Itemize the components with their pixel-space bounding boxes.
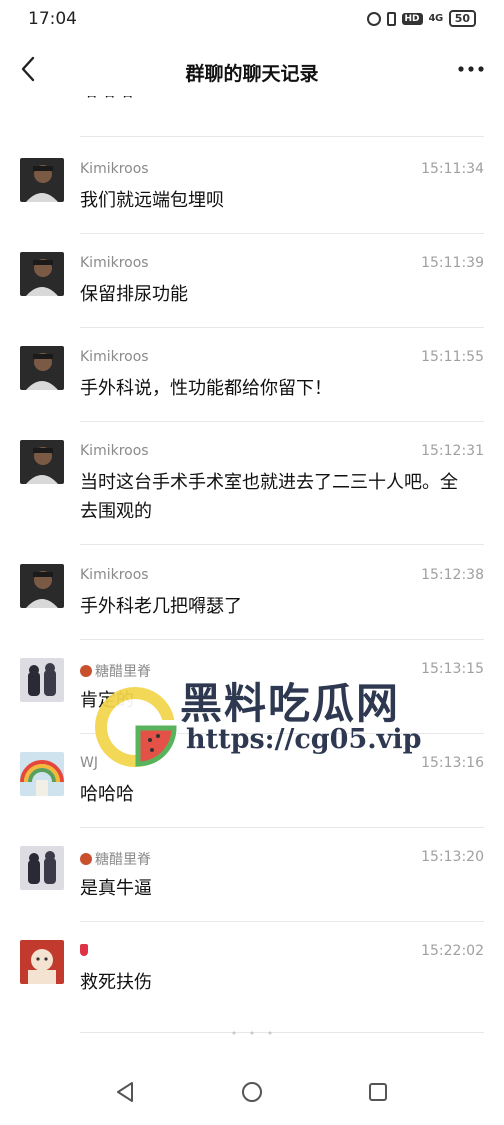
divider	[80, 639, 484, 640]
message-time: 15:13:15	[421, 661, 484, 677]
avatar	[20, 940, 64, 984]
divider	[80, 544, 484, 545]
more-options-button[interactable]	[456, 57, 486, 81]
emoji-icon	[80, 665, 92, 677]
message-time: 15:12:38	[421, 567, 484, 583]
message-time: 15:11:34	[421, 161, 484, 177]
avatar	[20, 752, 64, 796]
message-text: 肯定的	[80, 690, 134, 711]
circle-home-icon	[242, 1082, 262, 1102]
message-text: 哈哈哈	[80, 96, 476, 105]
status-time: 17:04	[28, 9, 77, 29]
divider	[80, 233, 484, 234]
avatar	[20, 252, 64, 296]
message-text: 救死扶伤	[80, 972, 152, 993]
divider	[80, 1032, 484, 1033]
message-text: 是真牛逼	[80, 878, 152, 899]
nav-back-button[interactable]	[112, 1078, 140, 1106]
message-time: 15:22:02	[421, 943, 484, 959]
network-icon: 4G	[428, 13, 444, 24]
nav-home-button[interactable]	[238, 1078, 266, 1106]
alarm-icon	[366, 11, 381, 26]
message-time: 15:12:31	[421, 443, 484, 459]
title-bar: 群聊的聊天记录	[0, 40, 504, 102]
message-sender: 糖醋里脊	[80, 849, 151, 869]
square-recents-icon	[369, 1083, 387, 1101]
system-nav-bar	[0, 1060, 504, 1125]
avatar	[20, 440, 64, 484]
hd-voice-icon: HD	[401, 12, 423, 25]
drink-emoji-icon	[80, 944, 88, 956]
status-bar: 17:04 HD 4G 50	[0, 0, 504, 40]
message-time: 15:13:20	[421, 849, 484, 865]
message-time: 15:11:55	[421, 349, 484, 365]
avatar	[20, 564, 64, 608]
more-options-icon	[458, 66, 484, 72]
message-sender: 糖醋里脊	[80, 661, 151, 681]
divider	[80, 136, 484, 137]
message-time: 15:11:39	[421, 255, 484, 271]
message-sender: Kimikroos	[80, 443, 149, 459]
message-sender: Kimikroos	[80, 255, 149, 271]
avatar	[20, 658, 64, 702]
message-sender	[80, 943, 88, 959]
avatar	[20, 158, 64, 202]
message-sender: Kimikroos	[80, 567, 149, 583]
message-time: 15:13:16	[421, 755, 484, 771]
page-title: 群聊的聊天记录	[185, 63, 319, 85]
nav-recents-button[interactable]	[364, 1078, 392, 1106]
status-icons: HD 4G 50	[366, 10, 476, 27]
message-text: 当时这台手术手术室也就进去了二三十人吧。全去围观的	[80, 472, 458, 522]
avatar	[20, 346, 64, 390]
emoji-icon	[80, 853, 92, 865]
message-list[interactable]: 哈哈哈 Kimikroos 15:11:34 我们就远端包埋呗 Kimikroo…	[0, 96, 504, 1041]
message-text: 手外科说，性功能都给你留下！	[80, 378, 332, 399]
divider	[80, 733, 484, 734]
divider	[80, 327, 484, 328]
message-sender: Kimikroos	[80, 349, 149, 365]
divider	[80, 827, 484, 828]
message-text: 哈哈哈	[80, 784, 134, 805]
message-sender: Kimikroos	[80, 161, 149, 177]
avatar	[20, 846, 64, 890]
message-sender: WJ	[80, 755, 98, 771]
triangle-back-icon	[117, 1082, 133, 1102]
scroll-indicator	[232, 1031, 272, 1035]
divider	[80, 421, 484, 422]
message-text: 我们就远端包埋呗	[80, 190, 224, 211]
divider	[80, 921, 484, 922]
message-text: 手外科老几把嘚瑟了	[80, 596, 242, 617]
vibrate-icon	[386, 11, 396, 26]
message-text: 保留排尿功能	[80, 284, 188, 305]
battery-icon: 50	[448, 10, 476, 27]
